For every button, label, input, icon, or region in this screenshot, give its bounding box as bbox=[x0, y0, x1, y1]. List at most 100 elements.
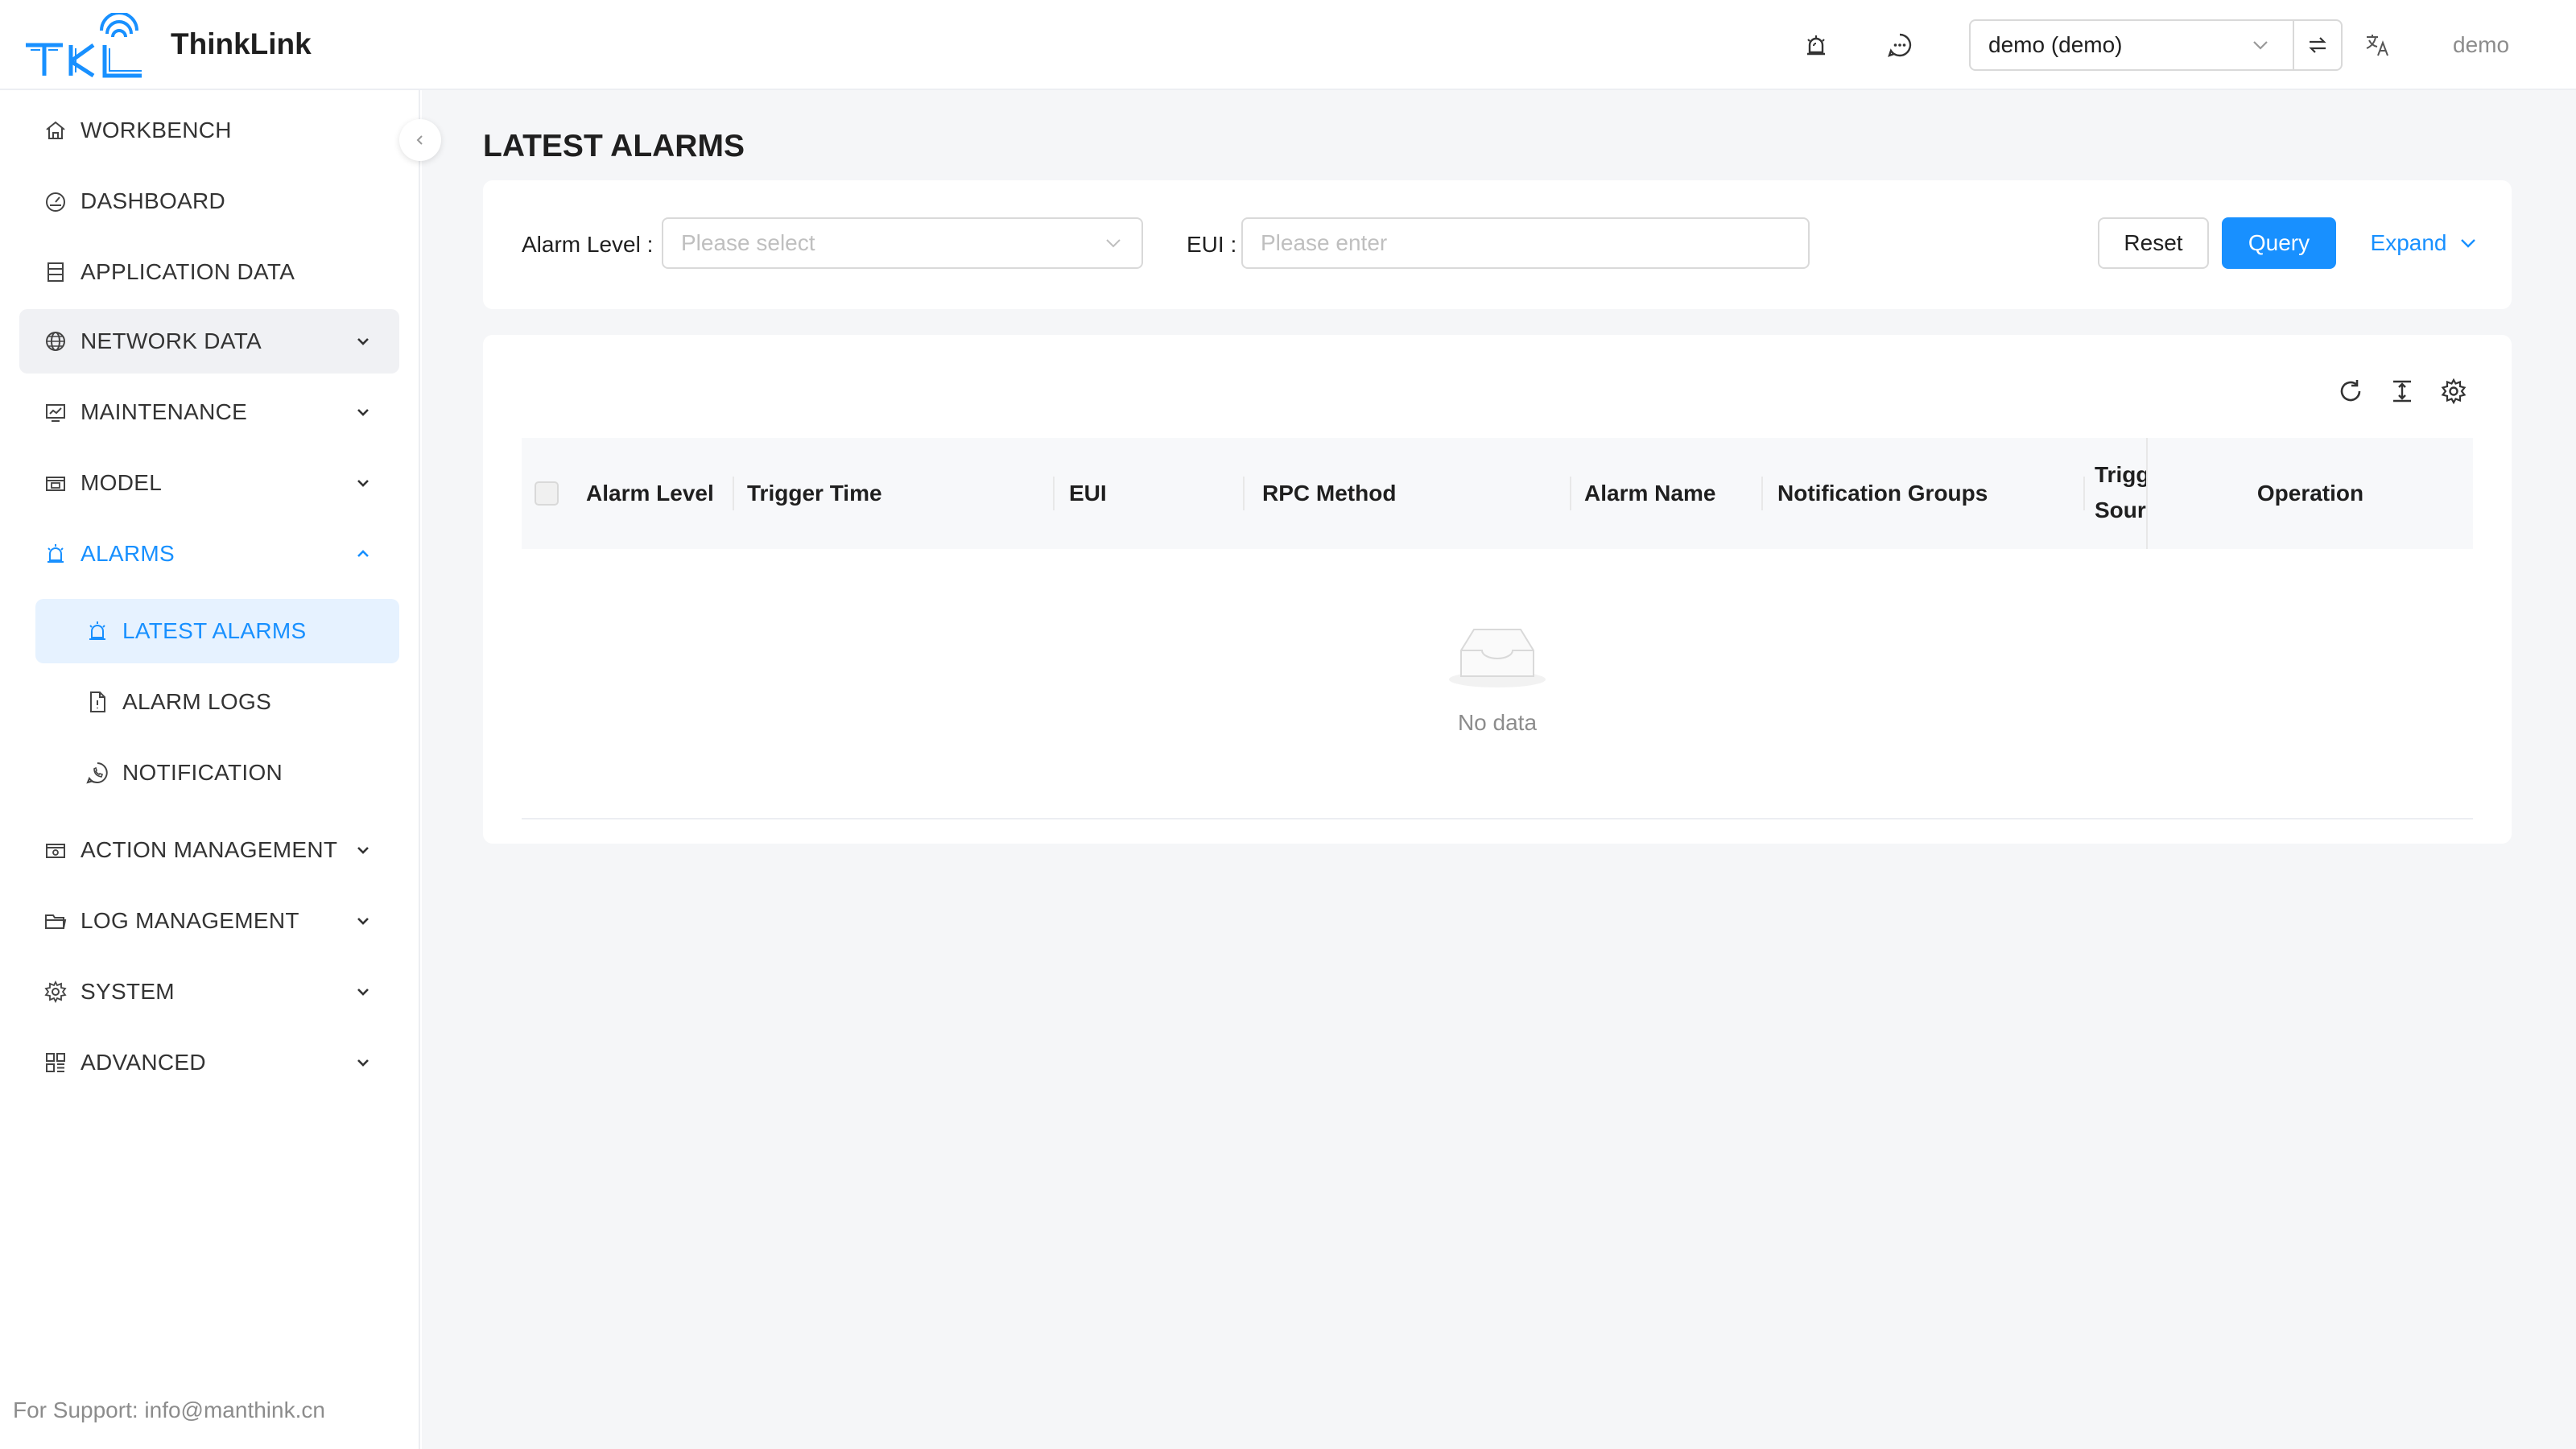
expand-button[interactable]: Expand bbox=[2360, 217, 2489, 269]
reset-button[interactable]: Reset bbox=[2098, 217, 2209, 269]
chevron-down-icon bbox=[357, 480, 369, 487]
chevron-down-icon bbox=[357, 918, 369, 925]
table-header: Alarm Level Trigger Time EUI RPC Method … bbox=[522, 438, 2473, 549]
sidebar-item-action-management[interactable]: ACTION MANAGEMENT bbox=[19, 818, 399, 882]
sidebar-item-label: DASHBOARD bbox=[80, 188, 226, 213]
column-header-trigger-time[interactable]: Trigger Time bbox=[747, 438, 882, 549]
column-header-alarm-level[interactable]: Alarm Level bbox=[586, 438, 714, 549]
collapse-sidebar-button[interactable] bbox=[399, 119, 441, 161]
file-icon bbox=[90, 691, 105, 712]
sidebar-item-label: NETWORK DATA bbox=[80, 328, 262, 353]
column-separator bbox=[1053, 477, 1055, 510]
sidebar-item-label: ALARMS bbox=[80, 541, 175, 566]
column-separator bbox=[1761, 477, 1763, 510]
sidebar-item-advanced[interactable]: ADVANCED bbox=[19, 1030, 399, 1095]
app-name: ThinkLink bbox=[171, 27, 312, 60]
chevron-down-icon bbox=[357, 847, 369, 854]
column-header-notification-groups[interactable]: Notification Groups bbox=[1777, 438, 1988, 549]
table-card: Alarm Level Trigger Time EUI RPC Method … bbox=[483, 335, 2512, 844]
column-header-alarm-name[interactable]: Alarm Name bbox=[1584, 438, 1715, 549]
top-header: ThinkLink demo (demo) demo bbox=[0, 0, 2576, 90]
sidebar-item-label: SYSTEM bbox=[80, 979, 175, 1004]
home-icon bbox=[46, 121, 65, 139]
page-title: LATEST ALARMS bbox=[483, 129, 745, 163]
table-bottom-divider bbox=[522, 818, 2473, 819]
chevron-down-icon bbox=[357, 989, 369, 996]
chevron-down-icon bbox=[357, 338, 369, 345]
chevron-down-icon bbox=[357, 409, 369, 416]
column-separator bbox=[1243, 477, 1245, 510]
user-name[interactable]: demo bbox=[2453, 32, 2509, 58]
alarm-level-placeholder: Please select bbox=[681, 230, 815, 255]
alarm-bell-icon[interactable] bbox=[1800, 29, 1832, 61]
thinklink-logo[interactable] bbox=[24, 13, 147, 79]
phone-icon bbox=[86, 762, 108, 784]
chevron-left-icon bbox=[416, 135, 423, 145]
chevron-down-icon bbox=[1106, 239, 1121, 248]
sidebar-item-label: MAINTENANCE bbox=[80, 399, 248, 424]
chevron-down-icon bbox=[357, 1059, 369, 1067]
sidebar-item-alarms[interactable]: ALARMS bbox=[19, 522, 399, 586]
sidebar-item-system[interactable]: SYSTEM bbox=[19, 960, 399, 1024]
alarm-level-select[interactable]: Please select bbox=[662, 217, 1143, 269]
sidebar-item-workbench[interactable]: WORKBENCH bbox=[19, 98, 399, 163]
main-content: LATEST ALARMS Alarm Level : Please selec… bbox=[422, 90, 2576, 1449]
folder-icon bbox=[45, 914, 67, 929]
column-separator bbox=[2083, 477, 2085, 510]
column-separator bbox=[1570, 477, 1571, 510]
column-header-rpc-method[interactable]: RPC Method bbox=[1262, 438, 1396, 549]
settings-icon[interactable] bbox=[2438, 375, 2470, 407]
sidebar-subitem-latest-alarms[interactable]: LATEST ALARMS bbox=[35, 599, 399, 663]
chevron-up-icon bbox=[357, 550, 369, 557]
sidebar-item-network-data[interactable]: NETWORK DATA bbox=[19, 309, 399, 374]
sidebar-item-label: WORKBENCH bbox=[80, 118, 232, 142]
alarm-icon bbox=[47, 544, 64, 563]
sidebar-subitem-alarm-logs[interactable]: ALARM LOGS bbox=[35, 670, 399, 734]
sidebar-item-log-management[interactable]: LOG MANAGEMENT bbox=[19, 889, 399, 953]
column-separator bbox=[733, 477, 734, 510]
sidebar-item-label: MODEL bbox=[80, 470, 163, 495]
empty-state: No data bbox=[483, 618, 2512, 736]
trigger-source-line-2: Sour bbox=[2095, 497, 2146, 522]
sidebar-item-label: LOG MANAGEMENT bbox=[80, 908, 299, 933]
refresh-icon[interactable] bbox=[2334, 375, 2367, 407]
empty-inbox-icon bbox=[1449, 629, 1546, 687]
eui-label: EUI : bbox=[1187, 232, 1237, 257]
action-icon bbox=[46, 844, 65, 858]
sidebar-item-maintenance[interactable]: MAINTENANCE bbox=[19, 380, 399, 444]
sidebar-item-label: APPLICATION DATA bbox=[80, 259, 295, 284]
filter-card: Alarm Level : Please select EUI : Please… bbox=[483, 180, 2512, 309]
sidebar-item-dashboard[interactable]: DASHBOARD bbox=[19, 169, 399, 233]
alarm-level-label: Alarm Level : bbox=[522, 232, 654, 257]
sidebar: WORKBENCH DASHBOARD APPLICATION DATA NET… bbox=[0, 90, 420, 1449]
sidebar-item-label: NOTIFICATION bbox=[122, 760, 283, 785]
translate-icon[interactable] bbox=[2362, 29, 2394, 61]
expand-label: Expand bbox=[2370, 230, 2447, 255]
sidebar-item-label: LATEST ALARMS bbox=[122, 618, 307, 643]
chevron-down-icon bbox=[2253, 41, 2268, 50]
query-button[interactable]: Query bbox=[2222, 217, 2336, 269]
eui-placeholder: Please enter bbox=[1261, 230, 1388, 255]
tenant-select[interactable]: demo (demo) bbox=[1969, 19, 2343, 71]
message-icon[interactable] bbox=[1884, 29, 1916, 61]
sidebar-item-model[interactable]: MODEL bbox=[19, 451, 399, 515]
sidebar-item-label: ADVANCED bbox=[80, 1050, 206, 1075]
model-icon bbox=[46, 477, 65, 491]
globe-icon bbox=[46, 332, 65, 351]
column-header-trigger-source[interactable]: Trigg Sour bbox=[2095, 438, 2148, 549]
apps-icon bbox=[46, 1053, 65, 1072]
column-header-operation: Operation bbox=[2256, 481, 2364, 506]
select-all-checkbox[interactable] bbox=[535, 481, 559, 506]
eui-input[interactable]: Please enter bbox=[1241, 217, 1810, 269]
sidebar-subitem-notification[interactable]: NOTIFICATION bbox=[35, 741, 399, 805]
column-header-eui[interactable]: EUI bbox=[1069, 438, 1107, 549]
trigger-source-line-1: Trigg bbox=[2095, 462, 2148, 487]
empty-text: No data bbox=[1457, 710, 1538, 735]
density-icon[interactable] bbox=[2386, 375, 2418, 407]
alarm-icon bbox=[89, 621, 105, 640]
swap-icon[interactable] bbox=[2293, 21, 2341, 69]
sidebar-item-application-data[interactable]: APPLICATION DATA bbox=[19, 240, 399, 304]
maintenance-icon bbox=[46, 404, 65, 422]
dashboard-icon bbox=[46, 192, 65, 212]
gear-icon bbox=[44, 980, 67, 1004]
